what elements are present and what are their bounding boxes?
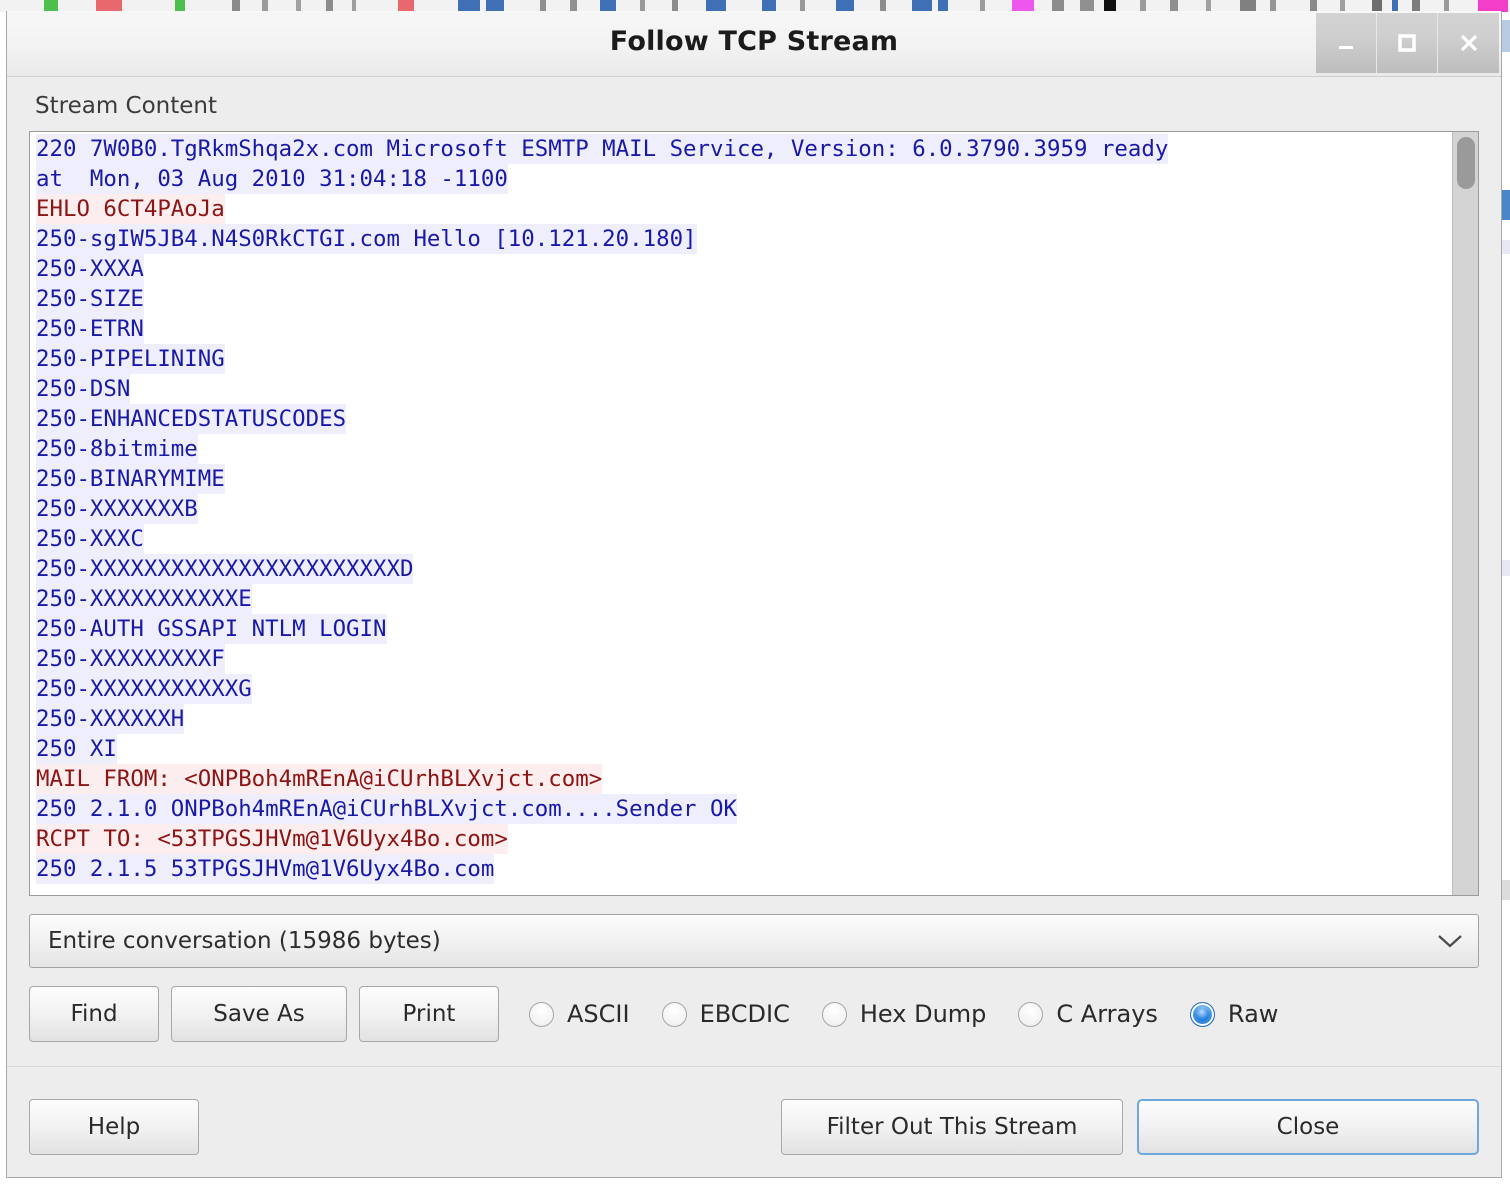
radio-ebcdic[interactable]: EBCDIC xyxy=(661,1000,790,1028)
stream-line: 250-XXXXXXXXXXXE xyxy=(36,584,252,614)
stream-line: 250-8bitmime xyxy=(36,434,198,464)
close-button[interactable]: Close xyxy=(1137,1098,1479,1155)
close-window-button[interactable] xyxy=(1438,13,1499,73)
stream-line: 250-XXXC xyxy=(36,524,144,554)
stream-content-label: Stream Content xyxy=(35,93,218,119)
radio-c-arrays[interactable]: C Arrays xyxy=(1018,1000,1158,1028)
stream-line: 250-PIPELINING xyxy=(36,344,225,374)
save-as-button[interactable]: Save As xyxy=(171,986,347,1042)
radio-unselected-icon[interactable] xyxy=(1018,1001,1044,1027)
stream-line: 220 7W0B0.TgRkmShqa2x.com Microsoft ESMT… xyxy=(36,134,1169,164)
radio-label: C Arrays xyxy=(1056,1000,1158,1028)
stream-line: 250 XI xyxy=(36,734,117,764)
stream-scope-select[interactable]: Entire conversation (15986 bytes) xyxy=(29,914,1479,968)
stream-line: 250 2.1.5 53TPGSJHVm@1V6Uyx4Bo.com xyxy=(36,854,495,884)
stream-line: 250-sgIW5JB4.N4S0RkCTGI.com Hello [10.12… xyxy=(36,224,697,254)
minimize-button[interactable] xyxy=(1316,13,1377,73)
stream-line: EHLO 6CT4PAoJa xyxy=(36,194,225,224)
stream-line: RCPT TO: <53TPGSJHVm@1V6Uyx4Bo.com> xyxy=(36,824,508,854)
stream-actions-row: Find Save As Print ASCII EBCDIC Hex Dump C … xyxy=(29,986,1479,1042)
stream-text-area[interactable]: 220 7W0B0.TgRkmShqa2x.com Microsoft ESMT… xyxy=(30,132,1452,895)
radio-unselected-icon[interactable] xyxy=(529,1001,554,1027)
window-controls xyxy=(1316,13,1499,73)
stream-line: 250-ETRN xyxy=(36,314,144,344)
print-button[interactable]: Print xyxy=(359,986,499,1042)
radio-ascii[interactable]: ASCII xyxy=(529,1000,630,1028)
radio-label: ASCII xyxy=(567,1000,630,1028)
close-icon xyxy=(1460,34,1477,52)
stream-line: 250-XXXXXXXB xyxy=(36,494,198,524)
maximize-button[interactable] xyxy=(1377,13,1438,73)
stream-line: 250-BINARYMIME xyxy=(36,464,225,494)
follow-tcp-stream-dialog: Follow TCP Stream Stream Content 220 7W0… xyxy=(6,11,1502,1178)
stream-line: 250-SIZE xyxy=(36,284,144,314)
radio-label: Hex Dump xyxy=(859,1000,987,1028)
minimize-icon xyxy=(1339,46,1353,49)
stream-line: 250-XXXA xyxy=(36,254,144,284)
stream-line: 250-ENHANCEDSTATUSCODES xyxy=(36,404,347,434)
dialog-title: Follow TCP Stream xyxy=(609,26,899,57)
stream-line: 250 2.1.0 ONPBoh4mREnA@iCUrhBLXvjct.com.… xyxy=(36,794,737,824)
radio-unselected-icon[interactable] xyxy=(821,1001,847,1027)
stream-content-panel: 220 7W0B0.TgRkmShqa2x.com Microsoft ESMT… xyxy=(29,131,1479,896)
radio-hex-dump[interactable]: Hex Dump xyxy=(821,1000,987,1028)
filter-out-this-stream-button[interactable]: Filter Out This Stream xyxy=(781,1098,1123,1155)
stream-scope-value: Entire conversation (15986 bytes) xyxy=(48,928,441,954)
stream-vertical-scrollbar[interactable] xyxy=(1452,132,1478,895)
stream-line: 250-XXXXXXH xyxy=(36,704,185,734)
chevron-down-icon xyxy=(1436,932,1464,950)
find-button[interactable]: Find xyxy=(29,986,159,1042)
stream-line: MAIL FROM: <ONPBoh4mREnA@iCUrhBLXvjct.co… xyxy=(36,764,603,794)
dialog-titlebar[interactable]: Follow TCP Stream xyxy=(7,11,1501,77)
radio-unselected-icon[interactable] xyxy=(661,1001,687,1027)
output-format-radio-group: ASCII EBCDIC Hex Dump C Arrays Raw xyxy=(529,1000,1278,1028)
stream-line: 250-XXXXXXXXXF xyxy=(36,644,225,674)
stream-line: 250-AUTH GSSAPI NTLM LOGIN xyxy=(36,614,387,644)
help-button[interactable]: Help xyxy=(29,1098,199,1155)
radio-selected-icon[interactable] xyxy=(1189,1001,1215,1027)
stream-line: 250-XXXXXXXXXXXG xyxy=(36,674,252,704)
radio-label: Raw xyxy=(1227,1000,1279,1028)
radio-raw[interactable]: Raw xyxy=(1189,1000,1279,1028)
maximize-icon xyxy=(1398,34,1416,52)
stream-line: 250-DSN xyxy=(36,374,131,404)
scrollbar-thumb[interactable] xyxy=(1457,137,1475,189)
stream-line: at Mon, 03 Aug 2010 31:04:18 -1100 xyxy=(36,164,508,194)
dialog-footer: Help Filter Out This Stream Close xyxy=(7,1066,1501,1186)
stream-line: 250-XXXXXXXXXXXXXXXXXXXXXXXD xyxy=(36,554,414,584)
radio-label: EBCDIC xyxy=(699,1000,790,1028)
dialog-body: Stream Content 220 7W0B0.TgRkmShqa2x.com… xyxy=(7,77,1501,1186)
